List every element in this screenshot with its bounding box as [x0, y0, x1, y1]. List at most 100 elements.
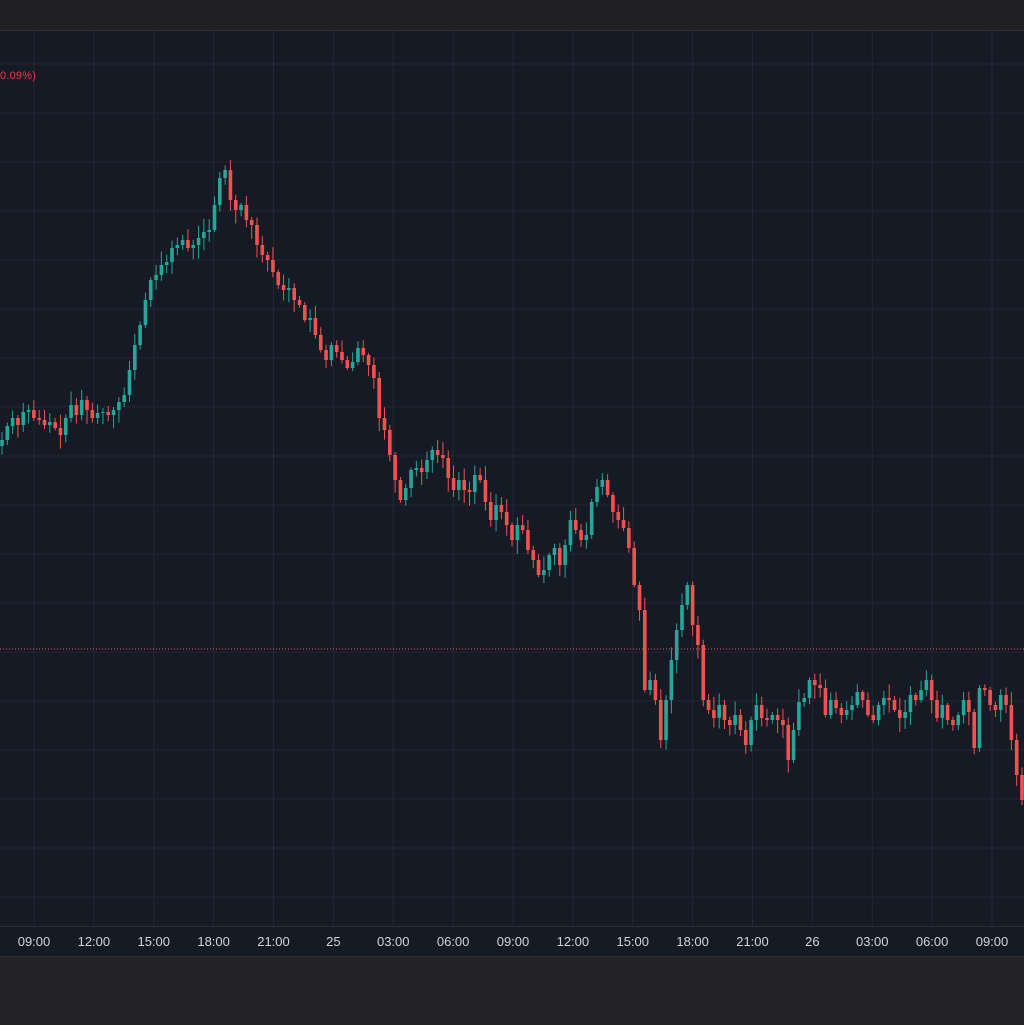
candle-down [621, 520, 626, 528]
candle-up [674, 630, 679, 660]
candle-up [223, 170, 227, 178]
candle-up [170, 248, 174, 262]
candle-down [292, 288, 296, 300]
candle-down [658, 700, 663, 740]
candle-up [563, 545, 567, 565]
candle-down [786, 725, 791, 760]
candle-down [696, 625, 700, 645]
candle-down [818, 685, 822, 688]
candle-down [377, 378, 381, 418]
candle-down [90, 410, 95, 418]
candle-up [754, 705, 759, 720]
candle-down [993, 705, 998, 710]
candle-down [871, 715, 876, 720]
candle-down [435, 450, 440, 455]
candle-up [903, 712, 907, 718]
candle-down [627, 528, 631, 548]
candle-down [866, 700, 870, 715]
candle-up [908, 695, 913, 712]
candle-down [701, 645, 706, 700]
candle-up [138, 325, 142, 345]
candle-up [961, 700, 966, 715]
time-tick-label: 06:00 [916, 934, 949, 949]
candle-up [95, 413, 100, 418]
time-tick-label: 18:00 [676, 934, 709, 949]
candle-up [542, 570, 546, 575]
candle-down [781, 720, 785, 725]
candle-down [728, 720, 732, 725]
candle-up [457, 480, 461, 490]
candle-down [913, 695, 918, 700]
candle-up [882, 698, 886, 705]
time-tick-label: 25 [326, 934, 340, 949]
candle-up [669, 660, 674, 700]
candle-up [10, 418, 15, 426]
candle-up [648, 680, 652, 690]
candle-down [318, 335, 323, 350]
candle-up [212, 205, 217, 230]
time-tick-label: 18:00 [197, 934, 230, 949]
time-axis[interactable]: 09:00 12:00 15:00 18:00 21:00 25 03:00 06:00 09:… [0, 926, 1024, 957]
candle-down [834, 700, 838, 708]
time-tick-label: 09:00 [18, 934, 51, 949]
candle-up [855, 692, 860, 705]
candle-down [526, 530, 530, 550]
candle-up [791, 730, 796, 760]
candle-up [589, 502, 594, 535]
candle-up [802, 698, 806, 702]
candle-down [265, 255, 270, 260]
candle-up [308, 318, 312, 320]
candle-up [956, 715, 961, 725]
time-tick-label: 03:00 [856, 934, 889, 949]
candle-down [520, 525, 525, 530]
candle-up [685, 585, 690, 605]
candle-up [127, 370, 132, 395]
candle-down [478, 475, 482, 480]
candle-up [568, 520, 573, 545]
candle-down [722, 705, 727, 720]
candle-up [69, 405, 73, 418]
candle-up [287, 288, 291, 290]
candle-down [706, 700, 711, 710]
candle-down [372, 365, 376, 378]
candle-down [1009, 705, 1014, 740]
candle-up [329, 345, 334, 360]
candle-up [175, 245, 180, 248]
candle-down [419, 468, 424, 472]
candle-down [467, 490, 472, 492]
candle-up [122, 395, 126, 402]
candle-down [643, 610, 647, 690]
candle-up [430, 450, 435, 460]
candle-down [499, 505, 504, 512]
candle-up [202, 232, 206, 238]
candle-down [281, 285, 286, 290]
candle-up [595, 487, 599, 502]
candle-up [749, 720, 753, 745]
chart-pane[interactable]: 0.09%) [0, 31, 1024, 926]
candle-down [983, 688, 987, 690]
candle-down [860, 692, 865, 700]
candle-up [5, 426, 10, 440]
candle-up [180, 240, 185, 245]
candle-up [733, 715, 737, 725]
time-tick-label: 03:00 [377, 934, 410, 949]
candle-up [143, 300, 148, 325]
candle-up [425, 460, 429, 472]
candle-down [42, 420, 47, 425]
candle-up [414, 468, 419, 470]
candle-down [334, 345, 339, 352]
time-tick-label: 12:00 [557, 934, 590, 949]
candle-up [770, 715, 775, 720]
candle-down [260, 245, 265, 255]
time-axis-labels: 09:00 12:00 15:00 18:00 21:00 25 03:00 06:00 09:… [18, 934, 1009, 949]
candle-down [637, 585, 642, 610]
candle-down [74, 405, 79, 415]
candle-up [21, 412, 26, 425]
candle-down [579, 530, 583, 540]
candle-down [712, 710, 716, 718]
candle-down [898, 710, 902, 718]
candle-up [515, 525, 520, 540]
candle-down [85, 400, 89, 410]
candle-down [632, 548, 636, 585]
candlestick-chart[interactable] [0, 31, 1024, 926]
